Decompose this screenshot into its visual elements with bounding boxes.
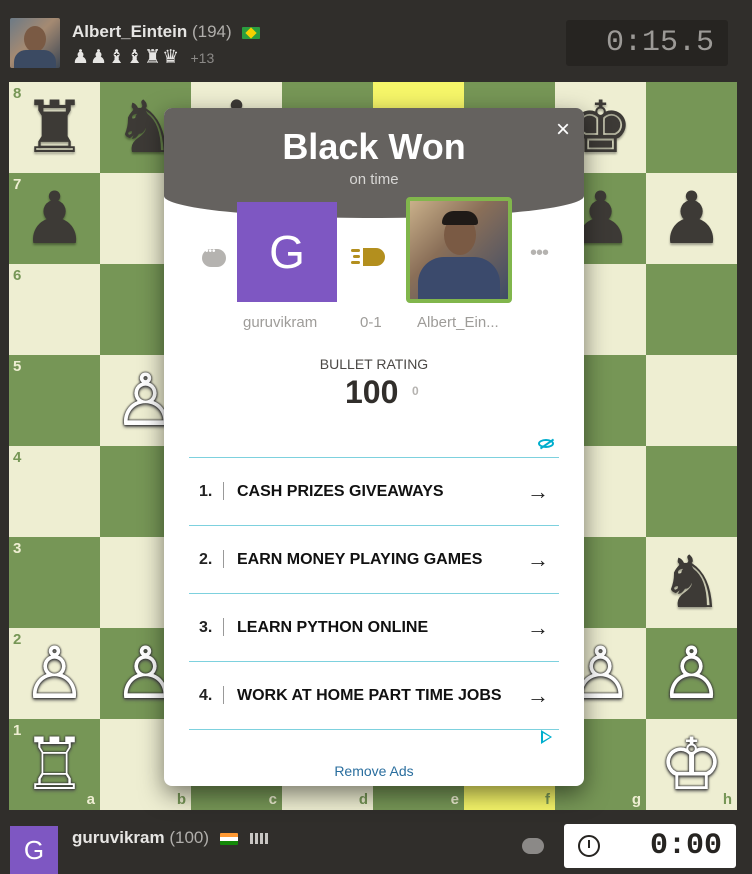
bottom-player-rating: (100) bbox=[169, 828, 210, 847]
ad-text: WORK AT HOME PART TIME JOBS bbox=[237, 686, 502, 704]
file-label: c bbox=[268, 791, 277, 808]
captured-pieces-list: ♟♟♝♝♜♛ bbox=[72, 47, 181, 68]
chess-piece[interactable]: ♙ bbox=[646, 628, 737, 719]
ad-number: 2. bbox=[199, 551, 213, 568]
square-a5[interactable]: 5 bbox=[9, 355, 100, 446]
square-h1[interactable]: h ♔ bbox=[646, 719, 737, 810]
square-h7[interactable]: ♟ bbox=[646, 173, 737, 264]
top-player-rating: (194) bbox=[191, 22, 232, 41]
top-player-name[interactable]: Albert_Eintein bbox=[72, 22, 187, 41]
square-h5[interactable] bbox=[646, 355, 737, 446]
chess-piece[interactable]: ♟ bbox=[646, 173, 737, 264]
file-label: d bbox=[358, 791, 368, 808]
rating-change: 0 bbox=[412, 384, 419, 398]
ad-item[interactable]: 2. EARN MONEY PLAYING GAMES → bbox=[189, 526, 559, 594]
ad-text: EARN MONEY PLAYING GAMES bbox=[237, 550, 483, 568]
black-player-avatar[interactable] bbox=[406, 197, 512, 303]
remove-ads-link[interactable]: Remove Ads bbox=[164, 763, 584, 779]
ad-item[interactable]: 3. LEARN PYTHON ONLINE → bbox=[189, 594, 559, 662]
chess-piece[interactable]: ♞ bbox=[646, 537, 737, 628]
file-label: e bbox=[450, 791, 459, 808]
arrow-right-icon: → bbox=[527, 683, 549, 708]
file-label: b bbox=[176, 791, 186, 808]
result-title: Black Won bbox=[282, 126, 466, 167]
square-a8[interactable]: 8 ♜ bbox=[9, 82, 100, 173]
captured-pieces: ♟♟♝♝♜♛ +13 bbox=[72, 46, 214, 69]
bottom-player-name[interactable]: guruvikram bbox=[72, 828, 165, 847]
square-h2[interactable]: ♙ bbox=[646, 628, 737, 719]
chess-piece[interactable]: ♙ bbox=[9, 628, 100, 719]
result-subtitle: on time bbox=[349, 171, 399, 188]
rank-label: 4 bbox=[13, 449, 22, 466]
rating-label: BULLET RATING bbox=[319, 356, 429, 372]
close-button[interactable]: × bbox=[552, 116, 574, 144]
material-advantage: +13 bbox=[190, 50, 215, 66]
rank-label: 3 bbox=[13, 540, 22, 557]
bullet-icon bbox=[351, 246, 395, 268]
square-a7[interactable]: 7 ♟ bbox=[9, 173, 100, 264]
chess-piece[interactable]: ♔ bbox=[646, 719, 737, 810]
arrow-right-icon: → bbox=[527, 547, 549, 572]
game-score: 0-1 bbox=[360, 314, 382, 331]
arrow-right-icon: → bbox=[527, 615, 549, 640]
chess-piece[interactable]: ♜ bbox=[9, 82, 100, 173]
top-player-clock: 0:15.5 bbox=[566, 20, 728, 66]
connection-signal-icon bbox=[250, 829, 270, 849]
ad-list: 1. CASH PRIZES GIVEAWAYS → 2. EARN MONEY PLA… bbox=[189, 457, 559, 730]
ad-divider bbox=[223, 550, 224, 568]
white-player-avatar[interactable]: G bbox=[237, 202, 337, 302]
ad-divider bbox=[223, 482, 224, 500]
square-a6[interactable]: 6 bbox=[9, 264, 100, 355]
chess-piece[interactable]: ♖ bbox=[9, 719, 100, 810]
top-player-bar: Albert_Eintein (194) ♟♟♝♝♜♛ +13 0:15.5 bbox=[0, 0, 752, 82]
top-player-avatar[interactable] bbox=[10, 18, 60, 68]
file-label: g bbox=[631, 791, 641, 808]
india-flag-icon bbox=[219, 832, 238, 845]
square-a4[interactable]: 4 bbox=[9, 446, 100, 537]
ad-number: 1. bbox=[199, 483, 213, 500]
white-player-name[interactable]: guruvikram bbox=[243, 314, 317, 331]
ad-item[interactable]: 4. WORK AT HOME PART TIME JOBS → bbox=[189, 662, 559, 730]
bottom-player-bar: G guruvikram (100) 0:00 bbox=[0, 818, 752, 874]
more-options-icon[interactable]: ••• bbox=[530, 242, 549, 265]
adchoices-icon[interactable] bbox=[541, 730, 552, 744]
ad-divider bbox=[223, 686, 224, 704]
square-a3[interactable]: 3 bbox=[9, 537, 100, 628]
square-h8[interactable] bbox=[646, 82, 737, 173]
hide-ad-icon[interactable] bbox=[537, 436, 555, 452]
top-player-name-line: Albert_Eintein (194) bbox=[72, 22, 261, 42]
black-player-name[interactable]: Albert_Ein... bbox=[417, 314, 499, 331]
ad-number: 4. bbox=[199, 687, 213, 704]
ad-item[interactable]: 1. CASH PRIZES GIVEAWAYS → bbox=[189, 458, 559, 526]
ad-text: LEARN PYTHON ONLINE bbox=[237, 618, 429, 636]
chess-piece[interactable]: ♟ bbox=[9, 173, 100, 264]
arrow-right-icon: → bbox=[527, 479, 549, 504]
game-over-modal: Black Won on time × G ••• guruvikram 0-1… bbox=[164, 108, 584, 786]
clock-icon bbox=[578, 835, 600, 857]
file-label: f bbox=[545, 791, 550, 808]
square-h4[interactable] bbox=[646, 446, 737, 537]
chat-icon[interactable] bbox=[522, 838, 544, 854]
rank-label: 5 bbox=[13, 358, 22, 375]
square-a2[interactable]: 2 ♙ bbox=[9, 628, 100, 719]
ad-text: CASH PRIZES GIVEAWAYS bbox=[237, 482, 444, 500]
bottom-player-avatar[interactable]: G bbox=[10, 826, 58, 874]
square-h3[interactable]: ♞ bbox=[646, 537, 737, 628]
brazil-flag-icon bbox=[242, 26, 261, 39]
bottom-player-clock: 0:00 bbox=[564, 824, 736, 868]
ad-number: 3. bbox=[199, 619, 213, 636]
chat-bubble-icon[interactable] bbox=[202, 246, 226, 267]
rating-value: 100 bbox=[345, 374, 399, 410]
square-h6[interactable] bbox=[646, 264, 737, 355]
ad-divider bbox=[223, 618, 224, 636]
bottom-player-clock-value: 0:00 bbox=[649, 829, 722, 863]
square-a1[interactable]: 1 a ♖ bbox=[9, 719, 100, 810]
bottom-player-name-line: guruvikram (100) bbox=[72, 828, 270, 849]
rank-label: 6 bbox=[13, 267, 22, 284]
